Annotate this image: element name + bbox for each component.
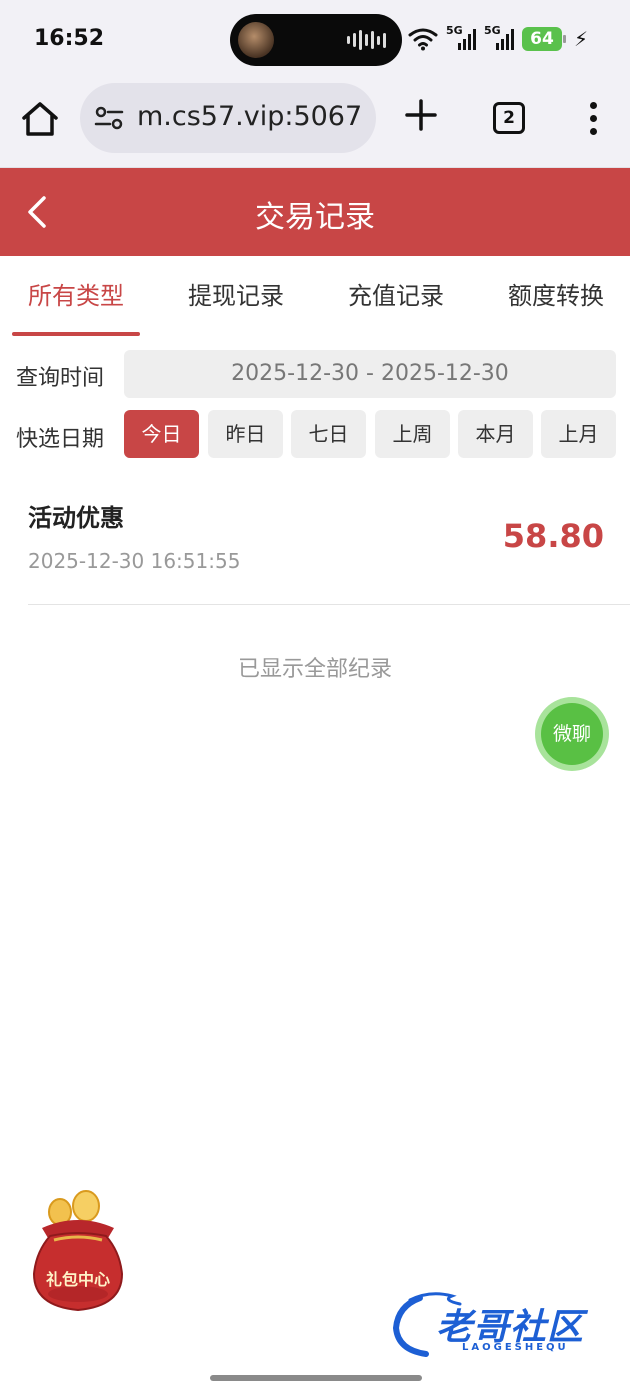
tab-deposit-records[interactable]: 充值记录 bbox=[332, 256, 460, 338]
list-end-text: 已显示全部纪录 bbox=[237, 657, 392, 682]
gift-bag-icon bbox=[32, 1190, 124, 1312]
status-bar: 16:52 5G 5G 64 ⚡ bbox=[0, 0, 630, 80]
tab-switcher-button[interactable]: 2 bbox=[493, 102, 525, 134]
wifi-icon bbox=[408, 28, 438, 51]
cellular-signal-icon: 5G bbox=[484, 24, 514, 52]
page-title: 交易记录 bbox=[255, 200, 375, 235]
audio-waveform-icon bbox=[347, 29, 386, 51]
cellular-signal-icon: 5G bbox=[446, 24, 476, 52]
date-range-picker[interactable]: 2025-12-30 - 2025-12-30 bbox=[124, 350, 616, 398]
url-text[interactable]: m.cs57.vip:5067 bbox=[137, 101, 367, 132]
home-icon[interactable] bbox=[18, 98, 62, 142]
active-tab-indicator bbox=[12, 332, 140, 336]
record-title: 活动优惠 bbox=[28, 504, 124, 532]
tab-credit-transfer[interactable]: 额度转换 bbox=[492, 256, 620, 338]
browser-toolbar: m.cs57.vip:5067 2 bbox=[0, 80, 630, 168]
site-settings-icon[interactable] bbox=[94, 105, 124, 131]
quick-date-last-month[interactable]: 上月 bbox=[541, 410, 616, 458]
address-bar[interactable]: m.cs57.vip:5067 bbox=[80, 83, 376, 153]
chat-float-label: 微聊 bbox=[541, 703, 603, 765]
gift-center-button[interactable]: 礼包中心 bbox=[28, 1190, 128, 1315]
new-tab-button[interactable] bbox=[404, 98, 438, 136]
plus-icon bbox=[405, 99, 437, 131]
watermark-logo: 老哥社区 LAOGESHEQU bbox=[390, 1290, 615, 1360]
divider bbox=[28, 604, 630, 605]
more-menu-icon[interactable] bbox=[582, 100, 604, 138]
app-header: 交易记录 bbox=[0, 168, 630, 256]
record-time: 2025-12-30 16:51:55 bbox=[28, 549, 241, 573]
tab-withdrawal-records[interactable]: 提现记录 bbox=[172, 256, 300, 338]
quick-date-last-week[interactable]: 上周 bbox=[375, 410, 450, 458]
watermark-subtext: LAOGESHEQU bbox=[462, 1342, 569, 1353]
battery-indicator: 64 bbox=[521, 27, 566, 51]
record-amount: 58.80 bbox=[502, 517, 604, 555]
charging-bolt-icon: ⚡ bbox=[573, 27, 588, 51]
record-type-tabs: 所有类型 提现记录 充值记录 额度转换 bbox=[0, 256, 630, 338]
dynamic-island bbox=[230, 14, 402, 66]
query-time-label: 查询时间 bbox=[16, 366, 105, 391]
status-time: 16:52 bbox=[34, 26, 105, 51]
tab-all-types[interactable]: 所有类型 bbox=[12, 256, 140, 338]
now-playing-artwork bbox=[238, 22, 274, 58]
quick-select-label: 快选日期 bbox=[16, 427, 105, 452]
quick-date-this-month[interactable]: 本月 bbox=[458, 410, 533, 458]
quick-date-today[interactable]: 今日 bbox=[124, 410, 199, 458]
quick-date-seven-days[interactable]: 七日 bbox=[291, 410, 366, 458]
status-icons: 5G 5G 64 ⚡ bbox=[408, 24, 588, 54]
chat-float-button[interactable]: 微聊 bbox=[535, 697, 609, 771]
home-indicator[interactable] bbox=[210, 1375, 422, 1381]
gift-center-label: 礼包中心 bbox=[45, 1270, 110, 1289]
quick-date-yesterday[interactable]: 昨日 bbox=[208, 410, 283, 458]
